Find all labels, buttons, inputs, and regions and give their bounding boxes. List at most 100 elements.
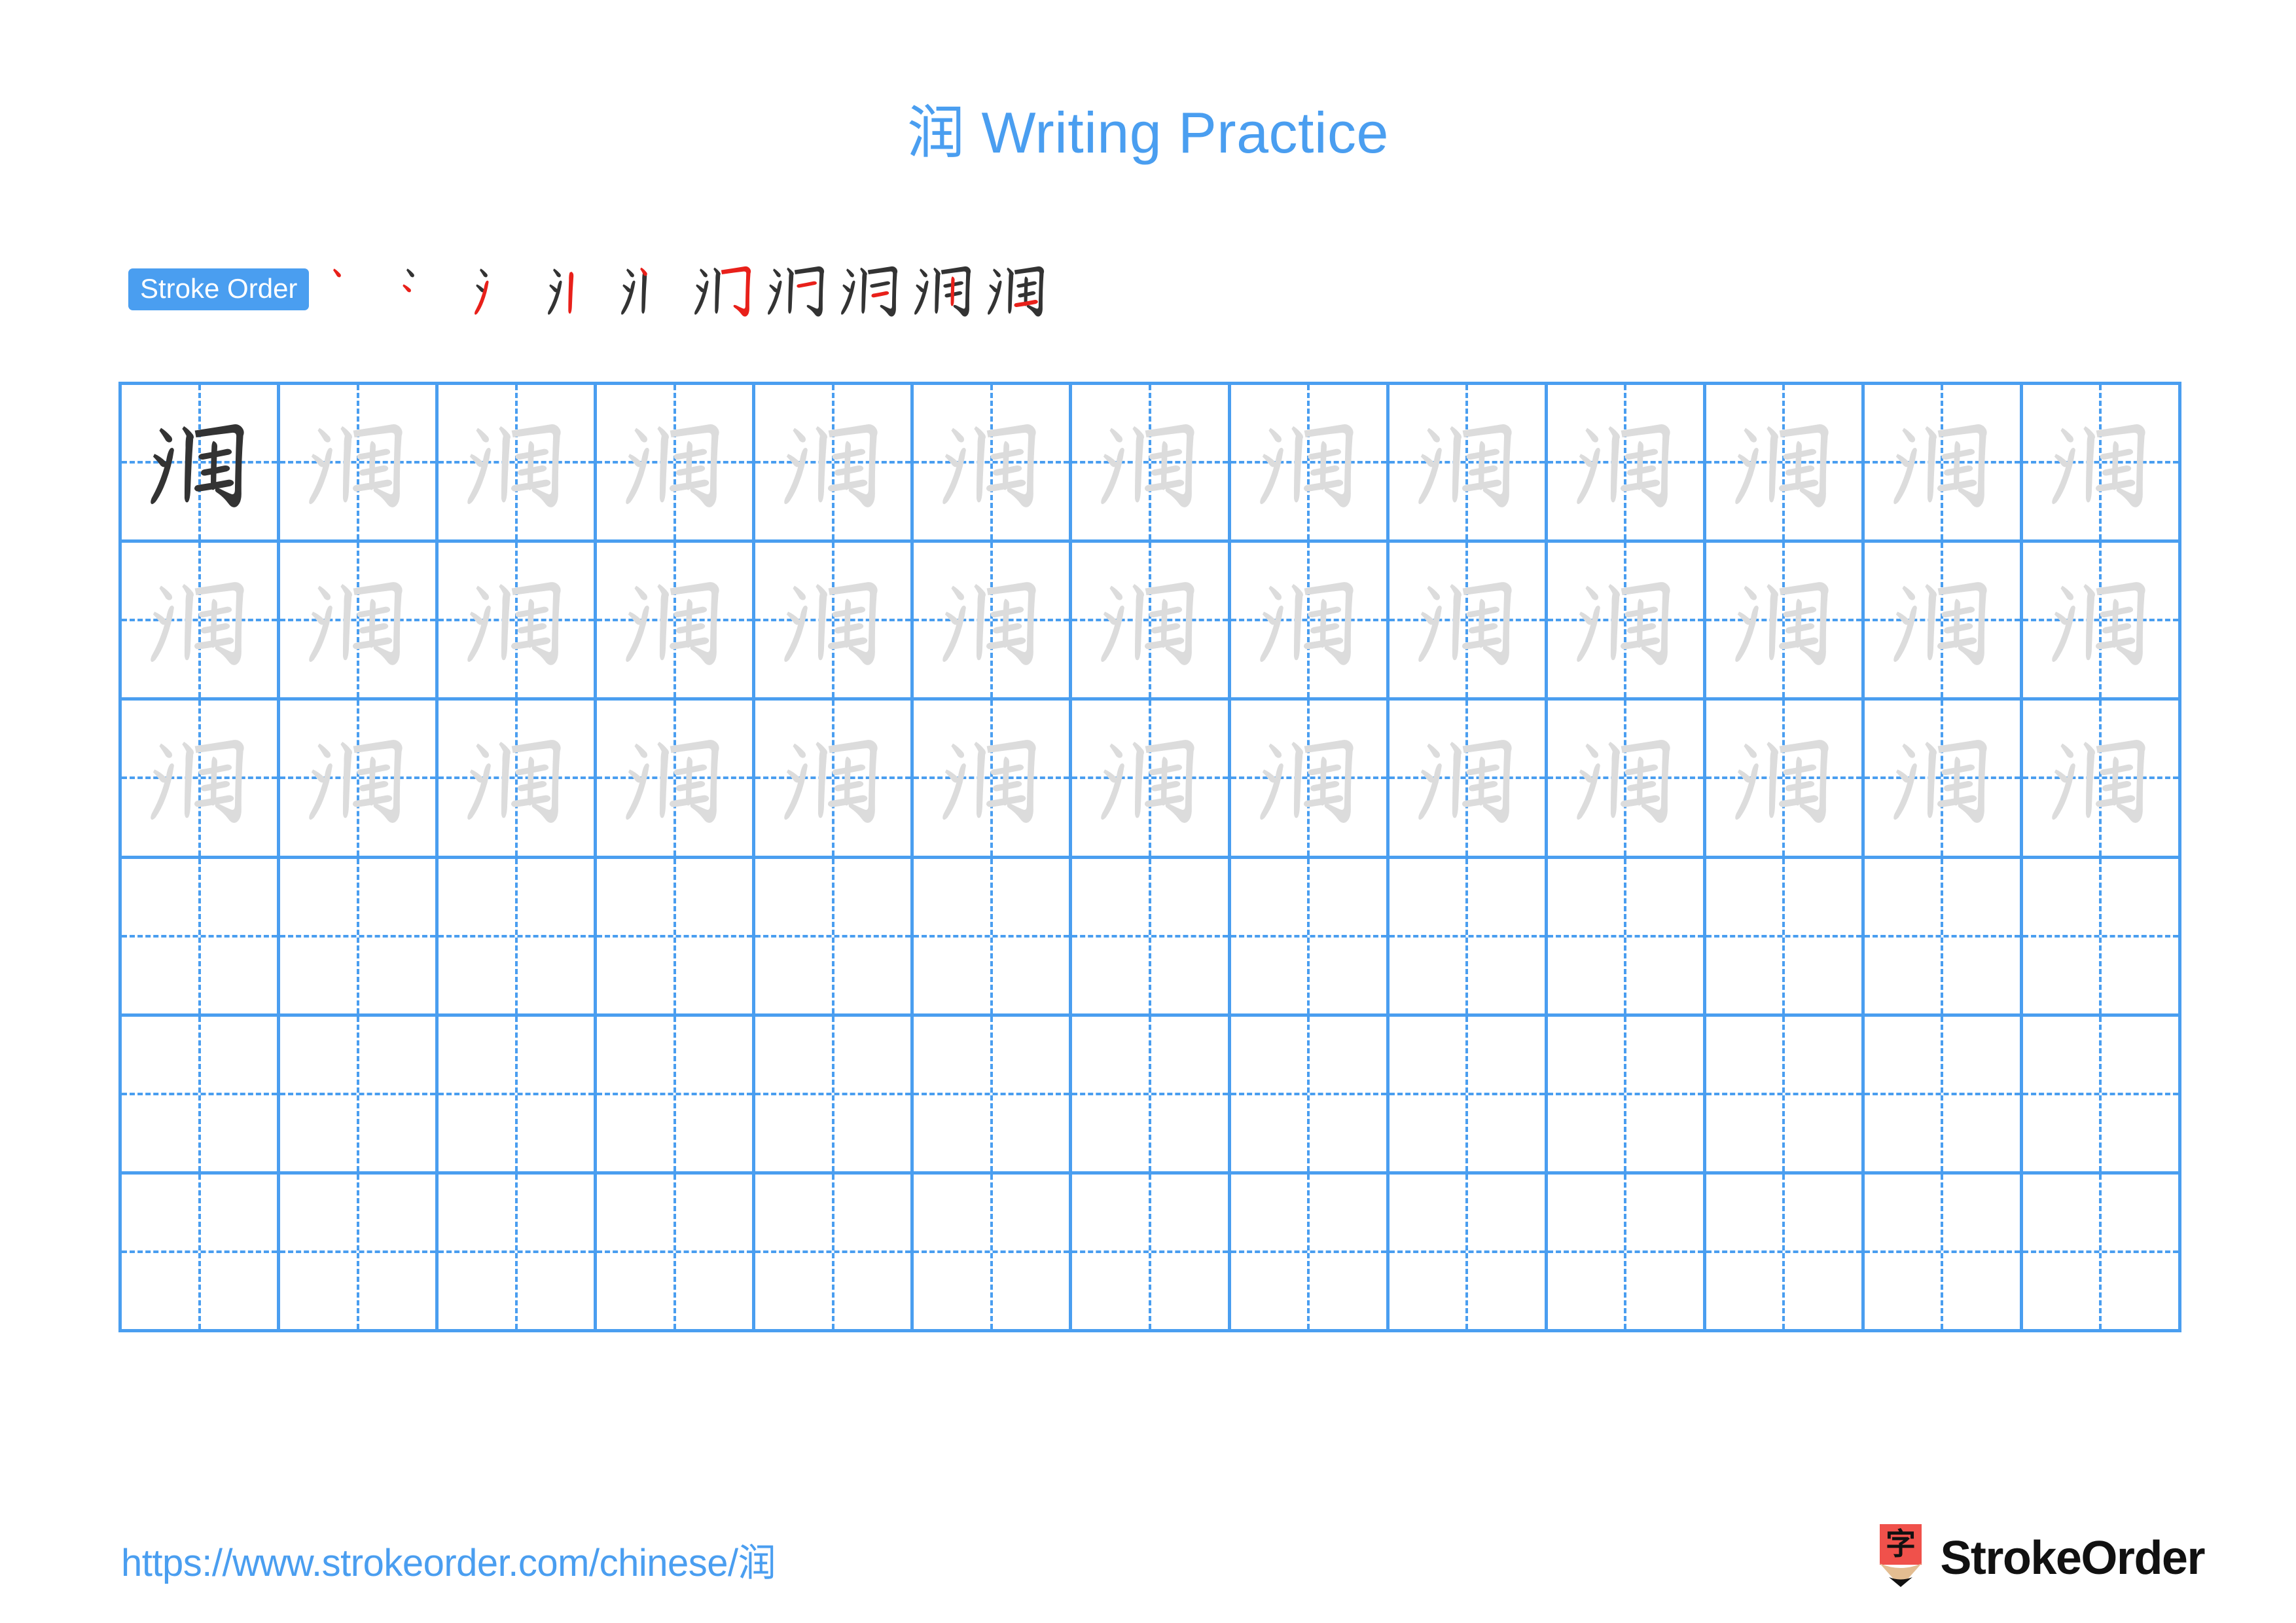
grid-cell-r1-c13[interactable] (2022, 385, 2181, 543)
grid-cell-r1-c4[interactable] (597, 385, 756, 543)
grid-cell-r5-c9[interactable] (1389, 1016, 1548, 1175)
grid-cell-r1-c9[interactable] (1389, 385, 1548, 543)
grid-cell-r3-c2[interactable] (280, 701, 439, 859)
cell-guide-horizontal (1547, 934, 1703, 938)
grid-cell-r1-c11[interactable] (1706, 385, 1865, 543)
grid-cell-r5-c6[interactable] (914, 1016, 1073, 1175)
grid-cell-r3-c4[interactable] (597, 701, 756, 859)
grid-cell-r6-c4[interactable] (597, 1174, 756, 1332)
grid-cell-r3-c12[interactable] (1864, 701, 2023, 859)
grid-cell-r2-c6[interactable] (914, 543, 1073, 701)
cell-guide-vertical (831, 1174, 834, 1329)
grid-cell-r3-c8[interactable] (1230, 701, 1390, 859)
grid-cell-r5-c5[interactable] (755, 1016, 914, 1175)
grid-cell-r2-c10[interactable] (1547, 543, 1706, 701)
cell-guide-horizontal (1547, 1092, 1703, 1095)
grid-cell-r3-c13[interactable] (2022, 701, 2181, 859)
grid-cell-r1-c7[interactable] (1072, 385, 1231, 543)
grid-cell-r2-c5[interactable] (755, 543, 914, 701)
grid-cell-r5-c7[interactable] (1072, 1016, 1231, 1175)
grid-cell-r1-c5[interactable] (755, 385, 914, 543)
grid-cell-r1-c10[interactable] (1547, 385, 1706, 543)
grid-cell-r6-c7[interactable] (1072, 1174, 1231, 1332)
grid-cell-r5-c10[interactable] (1547, 1016, 1706, 1175)
grid-cell-r3-c5[interactable] (755, 701, 914, 859)
grid-cell-r6-c9[interactable] (1389, 1174, 1548, 1332)
grid-cell-r2-c8[interactable] (1230, 543, 1390, 701)
grid-cell-r3-c10[interactable] (1547, 701, 1706, 859)
cell-guide-horizontal (1706, 934, 1861, 938)
grid-cell-r3-c3[interactable] (439, 701, 598, 859)
grid-cell-r6-c8[interactable] (1230, 1174, 1390, 1332)
grid-cell-r5-c13[interactable] (2022, 1016, 2181, 1175)
grid-cell-r2-c11[interactable] (1706, 543, 1865, 701)
grid-cell-r6-c6[interactable] (914, 1174, 1073, 1332)
cell-guide-vertical (1941, 1174, 1944, 1329)
footer-url[interactable]: https://www.strokeorder.com/chinese/润 (121, 1532, 776, 1587)
grid-cell-r5-c4[interactable] (597, 1016, 756, 1175)
cell-guide-vertical (514, 1016, 518, 1171)
grid-cell-r3-c6[interactable] (914, 701, 1073, 859)
grid-cell-r1-c8[interactable] (1230, 385, 1390, 543)
grid-cell-r4-c3[interactable] (439, 858, 598, 1017)
grid-cell-r2-c13[interactable] (2022, 543, 2181, 701)
cell-guide-horizontal (914, 1250, 1069, 1253)
grid-cell-r4-c2[interactable] (280, 858, 439, 1017)
grid-cell-r4-c13[interactable] (2022, 858, 2181, 1017)
cell-guide-horizontal (1230, 1092, 1386, 1095)
grid-cell-r2-c2[interactable] (280, 543, 439, 701)
grid-cell-r4-c9[interactable] (1389, 858, 1548, 1017)
trace-character (1231, 543, 1386, 697)
trace-character (597, 385, 752, 539)
trace-character (1072, 543, 1227, 697)
grid-cell-r5-c2[interactable] (280, 1016, 439, 1175)
grid-cell-r2-c1[interactable] (122, 543, 281, 701)
grid-cell-r5-c12[interactable] (1864, 1016, 2023, 1175)
trace-character (1231, 385, 1386, 539)
grid-cell-r4-c7[interactable] (1072, 858, 1231, 1017)
cell-guide-horizontal (1072, 1250, 1228, 1253)
grid-cell-r6-c5[interactable] (755, 1174, 914, 1332)
grid-cell-r5-c3[interactable] (439, 1016, 598, 1175)
cell-guide-vertical (198, 1174, 201, 1329)
grid-cell-r2-c12[interactable] (1864, 543, 2023, 701)
grid-cell-r4-c6[interactable] (914, 858, 1073, 1017)
grid-cell-r4-c8[interactable] (1230, 858, 1390, 1017)
grid-cell-r1-c1[interactable] (122, 385, 281, 543)
grid-cell-r4-c10[interactable] (1547, 858, 1706, 1017)
grid-cell-r3-c11[interactable] (1706, 701, 1865, 859)
grid-cell-r3-c9[interactable] (1389, 701, 1548, 859)
grid-cell-r6-c10[interactable] (1547, 1174, 1706, 1332)
grid-cell-r6-c13[interactable] (2022, 1174, 2181, 1332)
grid-cell-r5-c11[interactable] (1706, 1016, 1865, 1175)
grid-cell-r2-c7[interactable] (1072, 543, 1231, 701)
grid-cell-r6-c2[interactable] (280, 1174, 439, 1332)
grid-cell-r1-c6[interactable] (914, 385, 1073, 543)
grid-cell-r6-c3[interactable] (439, 1174, 598, 1332)
trace-character (1231, 701, 1386, 855)
grid-cell-r1-c2[interactable] (280, 385, 439, 543)
grid-cell-r6-c1[interactable] (122, 1174, 281, 1332)
cell-guide-vertical (1782, 1016, 1785, 1171)
grid-cell-r4-c1[interactable] (122, 858, 281, 1017)
grid-cell-r6-c12[interactable] (1864, 1174, 2023, 1332)
trace-character (914, 543, 1069, 697)
trace-character (755, 701, 910, 855)
grid-cell-r4-c5[interactable] (755, 858, 914, 1017)
grid-cell-r3-c1[interactable] (122, 701, 281, 859)
grid-cell-r4-c11[interactable] (1706, 858, 1865, 1017)
grid-cell-r4-c12[interactable] (1864, 858, 2023, 1017)
cell-guide-horizontal (914, 1092, 1069, 1095)
grid-cell-r2-c9[interactable] (1389, 543, 1548, 701)
page-title-character: 润 (906, 99, 965, 166)
grid-cell-r1-c12[interactable] (1864, 385, 2023, 543)
grid-cell-r2-c3[interactable] (439, 543, 598, 701)
grid-cell-r5-c8[interactable] (1230, 1016, 1390, 1175)
grid-cell-r6-c11[interactable] (1706, 1174, 1865, 1332)
grid-cell-r3-c7[interactable] (1072, 701, 1231, 859)
grid-cell-r1-c3[interactable] (439, 385, 598, 543)
grid-cell-r4-c4[interactable] (597, 858, 756, 1017)
grid-cell-r2-c4[interactable] (597, 543, 756, 701)
cell-guide-horizontal (280, 934, 436, 938)
grid-cell-r5-c1[interactable] (122, 1016, 281, 1175)
